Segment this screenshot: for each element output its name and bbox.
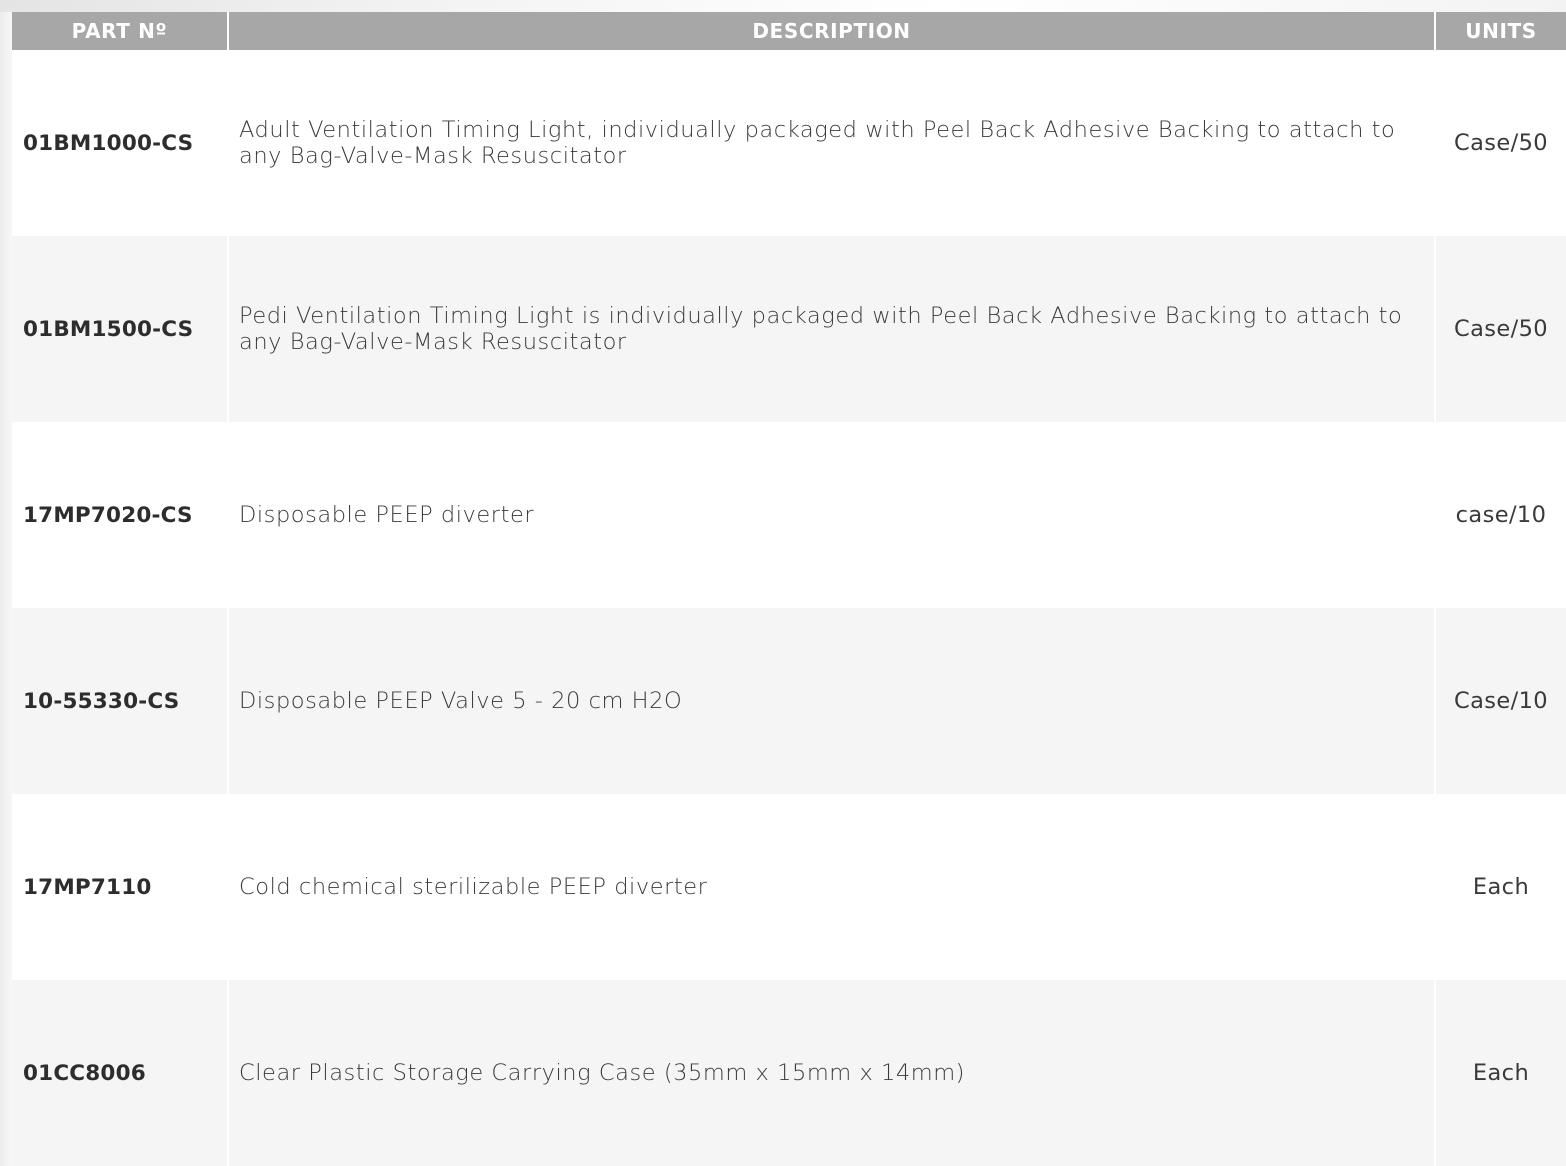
units-cell: Each: [1436, 794, 1566, 980]
part-number-cell: 01BM1000-CS: [12, 50, 227, 236]
units-cell: Case/50: [1436, 50, 1566, 236]
page-background-left: [0, 0, 12, 1166]
part-number-cell: 10-55330-CS: [12, 608, 227, 794]
table-row: 10-55330-CS Disposable PEEP Valve 5 - 20…: [12, 608, 1566, 794]
part-number-cell: 01CC8006: [12, 980, 227, 1166]
table-row: 17MP7020-CS Disposable PEEP diverter cas…: [12, 422, 1566, 608]
part-number-cell: 17MP7020-CS: [12, 422, 227, 608]
description-cell: Cold chemical sterilizable PEEP diverter: [229, 794, 1434, 980]
table-row: 17MP7110 Cold chemical sterilizable PEEP…: [12, 794, 1566, 980]
part-number-cell: 17MP7110: [12, 794, 227, 980]
header-description: DESCRIPTION: [752, 19, 911, 43]
description-cell: Disposable PEEP diverter: [229, 422, 1434, 608]
description-cell: Disposable PEEP Valve 5 - 20 cm H2O: [229, 608, 1434, 794]
description-cell: Adult Ventilation Timing Light, individu…: [229, 50, 1434, 236]
header-part-number: PART Nº: [71, 19, 168, 43]
table-row: 01BM1500-CS Pedi Ventilation Timing Ligh…: [12, 236, 1566, 422]
description-cell: Clear Plastic Storage Carrying Case (35m…: [229, 980, 1434, 1166]
units-cell: Case/50: [1436, 236, 1566, 422]
part-number-cell: 01BM1500-CS: [12, 236, 227, 422]
description-cell: Pedi Ventilation Timing Light is individ…: [229, 236, 1434, 422]
units-cell: Case/10: [1436, 608, 1566, 794]
units-cell: case/10: [1436, 422, 1566, 608]
units-cell: Each: [1436, 980, 1566, 1166]
table-row: 01BM1000-CS Adult Ventilation Timing Lig…: [12, 50, 1566, 236]
parts-table: PART Nº DESCRIPTION UNITS 01BM1000-CS Ad…: [12, 12, 1566, 1166]
table-header: PART Nº DESCRIPTION UNITS: [12, 12, 1566, 50]
table-row: 01CC8006 Clear Plastic Storage Carrying …: [12, 980, 1566, 1166]
header-units: UNITS: [1465, 19, 1537, 43]
table-body: 01BM1000-CS Adult Ventilation Timing Lig…: [12, 50, 1566, 1166]
page-background-top: [0, 0, 1566, 12]
